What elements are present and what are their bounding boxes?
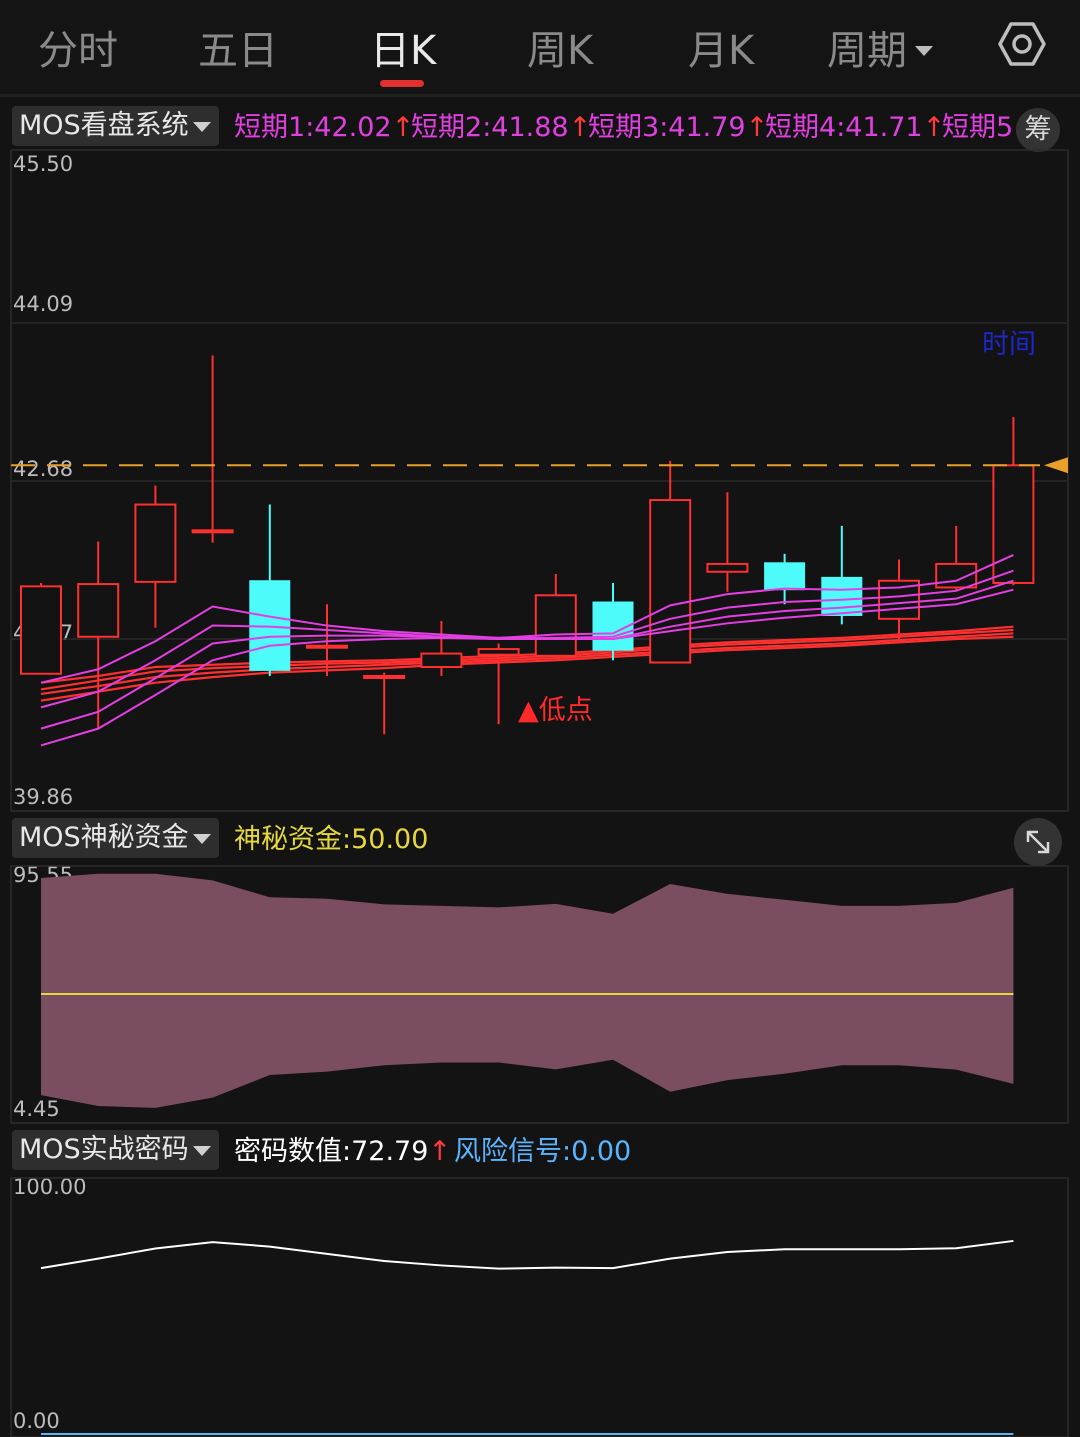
- chevron-down-icon: [192, 1145, 211, 1156]
- code-value-line: [40, 1239, 1014, 1270]
- low-point-marker: ▲低点: [518, 695, 593, 726]
- ma-series-1: [40, 554, 1014, 684]
- code-plot-frame: [10, 1177, 1069, 1437]
- code-label-top: 100.00: [13, 1175, 87, 1199]
- fund-indicator-bar: MOS神秘资金 神秘资金:50.00: [0, 818, 1080, 866]
- price-label-bottom: 39.86: [13, 785, 74, 809]
- chip-distribution-button[interactable]: 筹: [1016, 108, 1060, 152]
- ma-series-7: [40, 632, 1014, 695]
- fund-band-area: [41, 873, 1014, 1108]
- candle-body: [134, 503, 177, 583]
- ma-series-2: [40, 569, 1014, 709]
- candle-8: [420, 621, 463, 676]
- candle-body: [821, 576, 863, 616]
- chevron-down-icon: [192, 833, 211, 844]
- expand-icon: [1026, 830, 1050, 854]
- candle-body: [306, 644, 348, 649]
- candle-14: [764, 553, 806, 605]
- ma-series-5: [40, 625, 1014, 684]
- arrow-up-icon: ↑: [428, 1136, 452, 1167]
- candle-16: [878, 559, 920, 644]
- code-label-bottom: 0.00: [13, 1409, 60, 1433]
- main-indicator-name: MOS看盘系统: [19, 110, 189, 141]
- candle-18: [992, 417, 1035, 586]
- candle-15: [821, 525, 863, 625]
- candle-6: [306, 604, 348, 676]
- fund-value-label: 神秘资金:50.00: [234, 824, 429, 855]
- fund-label-top: 95.55: [13, 863, 74, 887]
- ma-label-4: 短期4:41.71↑: [765, 112, 946, 143]
- ma-label-2: 短期2:41.88↑: [411, 112, 592, 143]
- fund-plot-frame: [10, 865, 1069, 1124]
- fund-indicator-select[interactable]: MOS神秘资金: [12, 818, 219, 858]
- candle-body: [706, 562, 749, 573]
- candle-body: [363, 674, 406, 679]
- gear-icon[interactable]: [998, 20, 1046, 68]
- fund-label-bottom: 4.45: [13, 1097, 60, 1121]
- code-indicator-select[interactable]: MOS实战密码: [12, 1130, 219, 1170]
- current-price-arrow-icon: [1044, 457, 1068, 474]
- candle-7: [363, 672, 406, 735]
- candle-body: [935, 562, 978, 589]
- time-label: 时间: [982, 329, 1036, 360]
- candle-body: [534, 594, 577, 657]
- price-label-4: 41.27: [13, 621, 74, 645]
- candle-13: [706, 492, 749, 592]
- candle-9: [477, 643, 520, 725]
- tab-divider: [0, 94, 1080, 97]
- candle-body: [477, 648, 520, 656]
- candle-5: [249, 504, 291, 676]
- period-tab-bar: 分时 五日 日K 周K 月K 周期: [0, 0, 1080, 92]
- code-indicator-bar: MOS实战密码 密码数值:72.79↑ 风险信号:0.00: [0, 1130, 1080, 1174]
- price-label-2: 44.09: [13, 292, 74, 316]
- candle-17: [935, 525, 978, 590]
- ma-label-5: 短期5: [942, 112, 1014, 143]
- active-tab-indicator: [380, 80, 424, 87]
- candle-10: [534, 574, 577, 657]
- price-label-top: 45.50: [13, 152, 74, 176]
- fund-indicator-name: MOS神秘资金: [19, 822, 189, 853]
- candle-12: [649, 460, 692, 664]
- candle-2: [77, 541, 120, 729]
- candle-body: [649, 499, 692, 664]
- period-dropdown-label: 周期: [827, 28, 907, 74]
- candle-3: [134, 485, 177, 628]
- tab-period-dropdown[interactable]: 周期: [827, 18, 933, 76]
- tab-intraday[interactable]: 分时: [38, 18, 118, 76]
- candle-body: [992, 464, 1035, 584]
- candle-body: [420, 652, 463, 669]
- ma-label-3: 短期3:41.79↑: [588, 112, 769, 143]
- ma-label-1: 短期1:42.02↑: [234, 112, 415, 143]
- expand-button[interactable]: [1014, 818, 1062, 866]
- chevron-down-icon: [192, 121, 211, 132]
- ma-series-6: [40, 628, 1014, 691]
- candle-body: [191, 529, 234, 534]
- candle-4: [191, 355, 234, 543]
- code-value-label: 密码数值:72.79↑: [234, 1136, 452, 1167]
- candle-11: [592, 582, 634, 661]
- chevron-down-icon: [915, 46, 933, 56]
- tab-monthly-k[interactable]: 月K: [688, 18, 754, 76]
- main-indicator-select[interactable]: MOS看盘系统: [12, 106, 219, 146]
- candle-body: [878, 579, 920, 620]
- price-label-3: 42.68: [13, 457, 74, 481]
- tab-five-day[interactable]: 五日: [198, 18, 278, 76]
- candle-body: [764, 562, 806, 591]
- candle-body: [249, 580, 291, 671]
- risk-signal-label: 风险信号:0.00: [454, 1136, 632, 1167]
- main-indicator-bar: MOS看盘系统 短期1:42.02↑ 短期2:41.88↑ 短期3:41.79↑…: [0, 106, 1080, 152]
- candle-body: [592, 601, 634, 651]
- candle-body: [77, 583, 120, 638]
- code-indicator-name: MOS实战密码: [19, 1134, 189, 1165]
- tab-weekly-k[interactable]: 周K: [527, 18, 593, 76]
- tab-daily-k[interactable]: 日K: [370, 18, 436, 76]
